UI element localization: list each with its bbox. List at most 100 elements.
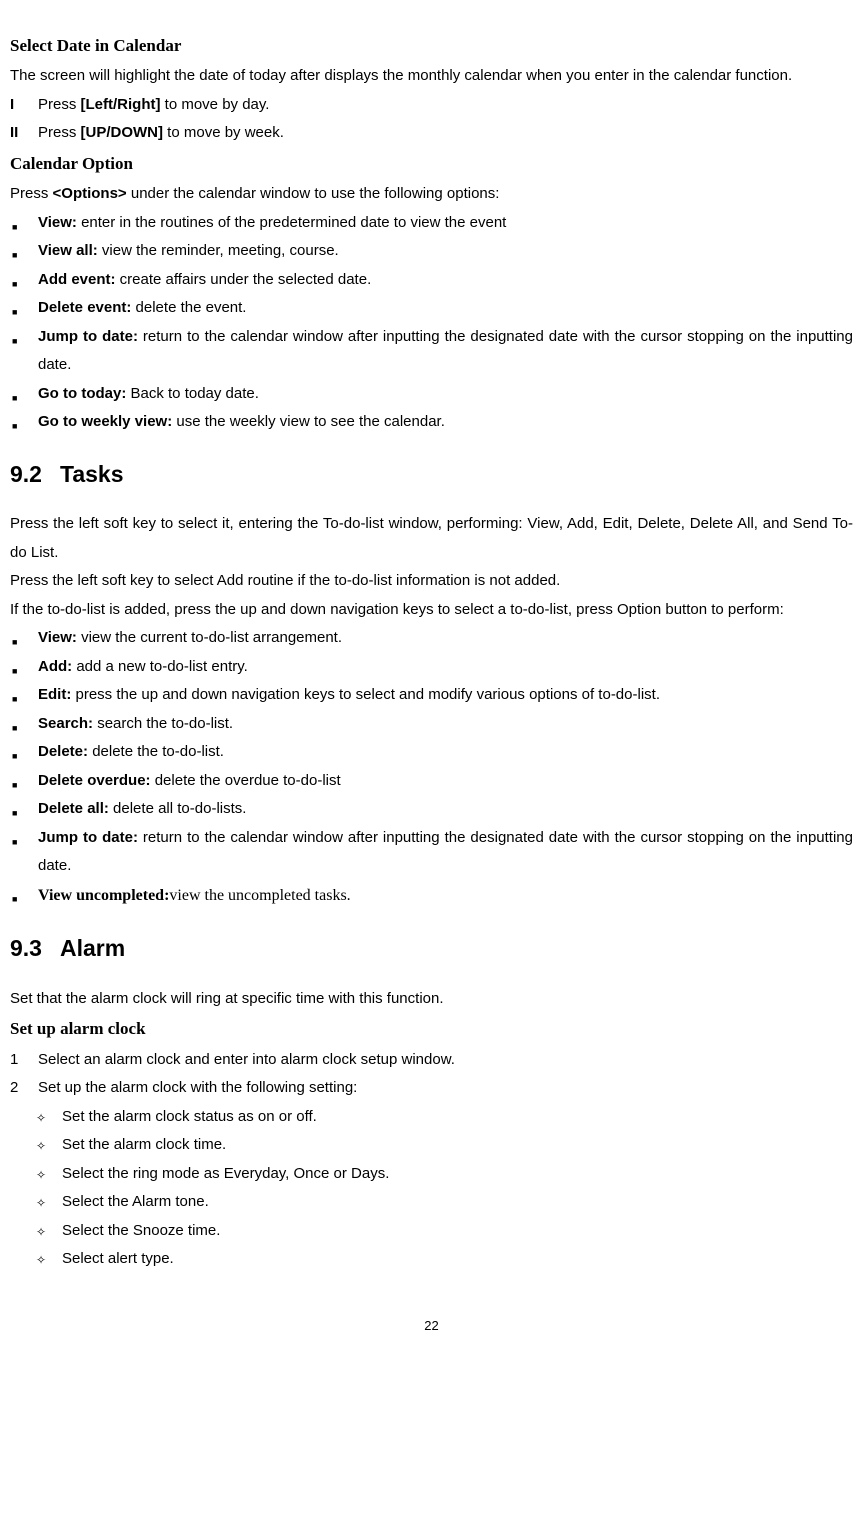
text-post: to move by day. — [161, 96, 270, 113]
item-bold: View: — [38, 629, 77, 646]
text-pre: Press — [38, 124, 81, 141]
item-text: return to the calendar window after inpu… — [38, 328, 853, 374]
marker: II — [10, 119, 38, 148]
text-post: to move by week. — [163, 124, 284, 141]
marker: I — [10, 91, 38, 120]
page-number: 22 — [10, 1314, 853, 1339]
item-text: delete the overdue to-do-list — [151, 772, 341, 789]
heading-alarm: 9.3 Alarm — [10, 927, 853, 971]
list-item: Delete event: delete the event. — [10, 294, 853, 323]
heading-select-date: Select Date in Calendar — [10, 30, 853, 62]
item-bold: Search: — [38, 715, 93, 732]
list-calendar-options: View: enter in the routines of the prede… — [10, 209, 853, 437]
heading-tasks: 9.2Tasks — [10, 453, 853, 497]
subitem-text: Select the ring mode as Everyday, Once o… — [62, 1160, 389, 1189]
item-bold: Add event: — [38, 271, 116, 288]
item-bold: Jump to date: — [38, 328, 138, 345]
list-alarm-subitems: Set the alarm clock status as on or off.… — [10, 1103, 853, 1274]
item-text: view the current to-do-list arrangement. — [77, 629, 342, 646]
list-item: View: enter in the routines of the prede… — [10, 209, 853, 238]
item-bold: Edit: — [38, 686, 71, 703]
para-alarm-intro: Set that the alarm clock will ring at sp… — [10, 985, 853, 1014]
item-bold: Go to weekly view: — [38, 413, 172, 430]
subitem-text: Set the alarm clock status as on or off. — [62, 1103, 317, 1132]
item-text: press the up and down navigation keys to… — [71, 686, 660, 703]
list-item: Delete all: delete all to-do-lists. — [10, 795, 853, 824]
list-item: Go to today: Back to today date. — [10, 380, 853, 409]
para-tasks-2: Press the left soft key to select Add ro… — [10, 567, 853, 596]
heading-number: 9.2 — [10, 461, 42, 487]
subitem: Set the alarm clock status as on or off. — [36, 1103, 853, 1132]
item-text: return to the calendar window after inpu… — [38, 829, 853, 875]
list-item: Add: add a new to-do-list entry. — [10, 653, 853, 682]
item-text: view the reminder, meeting, course. — [98, 242, 339, 259]
step-text: Set up the alarm clock with the followin… — [38, 1074, 357, 1103]
subitem-text: Select alert type. — [62, 1245, 174, 1274]
item-bold: Delete: — [38, 743, 88, 760]
item-bold: Delete all: — [38, 800, 109, 817]
text-bold: [UP/DOWN] — [81, 124, 164, 141]
list-alarm-steps: 1 Select an alarm clock and enter into a… — [10, 1046, 853, 1103]
list-item: Go to weekly view: use the weekly view t… — [10, 408, 853, 437]
list-item: Delete overdue: delete the overdue to-do… — [10, 767, 853, 796]
item-text: enter in the routines of the predetermin… — [77, 214, 506, 231]
list-item: Delete: delete the to-do-list. — [10, 738, 853, 767]
item-text: Back to today date. — [126, 385, 259, 402]
item-text: delete the to-do-list. — [88, 743, 224, 760]
list-item: Add event: create affairs under the sele… — [10, 266, 853, 295]
step-text: Press [Left/Right] to move by day. — [38, 91, 269, 120]
heading-title: Alarm — [60, 935, 125, 961]
step-text: Select an alarm clock and enter into ala… — [38, 1046, 455, 1075]
item-bold: Delete overdue: — [38, 772, 151, 789]
item-bold: View: — [38, 214, 77, 231]
subitem-text: Select the Snooze time. — [62, 1217, 220, 1246]
marker: 1 — [10, 1046, 38, 1075]
subitem: Select the Alarm tone. — [36, 1188, 853, 1217]
list-item: Edit: press the up and down navigation k… — [10, 681, 853, 710]
text-bold: <Options> — [53, 185, 127, 202]
heading-calendar-option: Calendar Option — [10, 148, 853, 180]
step-num-1: 1 Select an alarm clock and enter into a… — [10, 1046, 853, 1075]
subitem: Select alert type. — [36, 1245, 853, 1274]
item-bold: Delete event: — [38, 299, 131, 316]
marker: 2 — [10, 1074, 38, 1103]
step-num-2: 2 Set up the alarm clock with the follow… — [10, 1074, 853, 1103]
list-tasks-options: View: view the current to-do-list arrang… — [10, 624, 853, 911]
text-bold: [Left/Right] — [81, 96, 161, 113]
item-bold: Add: — [38, 658, 72, 675]
item-text: create affairs under the selected date. — [116, 271, 372, 288]
list-item: View: view the current to-do-list arrang… — [10, 624, 853, 653]
item-text: add a new to-do-list entry. — [72, 658, 248, 675]
subitem-text: Select the Alarm tone. — [62, 1188, 209, 1217]
item-text: delete all to-do-lists. — [109, 800, 247, 817]
item-text: search the to-do-list. — [93, 715, 233, 732]
item-bold: Go to today: — [38, 385, 126, 402]
para-tasks-1: Press the left soft key to select it, en… — [10, 510, 853, 567]
text-post: under the calendar window to use the fol… — [127, 185, 500, 202]
heading-number: 9.3 — [10, 935, 42, 961]
step-roman-1: I Press [Left/Right] to move by day. — [10, 91, 853, 120]
list-item: Jump to date: return to the calendar win… — [10, 323, 853, 380]
list-item: View all: view the reminder, meeting, co… — [10, 237, 853, 266]
heading-setup-alarm: Set up alarm clock — [10, 1013, 853, 1045]
item-text: delete the event. — [131, 299, 246, 316]
text-pre: Press — [38, 96, 81, 113]
item-text: view the uncompleted tasks. — [169, 887, 350, 904]
item-text: use the weekly view to see the calendar. — [172, 413, 445, 430]
para-calendar-option-intro: Press <Options> under the calendar windo… — [10, 180, 853, 209]
para-select-date: The screen will highlight the date of to… — [10, 62, 853, 91]
list-item: Search: search the to-do-list. — [10, 710, 853, 739]
subitem-text: Set the alarm clock time. — [62, 1131, 226, 1160]
subitem: Select the Snooze time. — [36, 1217, 853, 1246]
step-text: Press [UP/DOWN] to move by week. — [38, 119, 284, 148]
list-roman-steps: I Press [Left/Right] to move by day. II … — [10, 91, 853, 148]
item-bold: View uncompleted: — [38, 887, 169, 904]
list-item: Jump to date: return to the calendar win… — [10, 824, 853, 881]
text-pre: Press — [10, 185, 53, 202]
para-tasks-3: If the to-do-list is added, press the up… — [10, 596, 853, 625]
subitem: Select the ring mode as Everyday, Once o… — [36, 1160, 853, 1189]
item-bold: View all: — [38, 242, 98, 259]
subitem: Set the alarm clock time. — [36, 1131, 853, 1160]
step-roman-2: II Press [UP/DOWN] to move by week. — [10, 119, 853, 148]
list-item-serif: View uncompleted:view the uncompleted ta… — [10, 881, 853, 911]
